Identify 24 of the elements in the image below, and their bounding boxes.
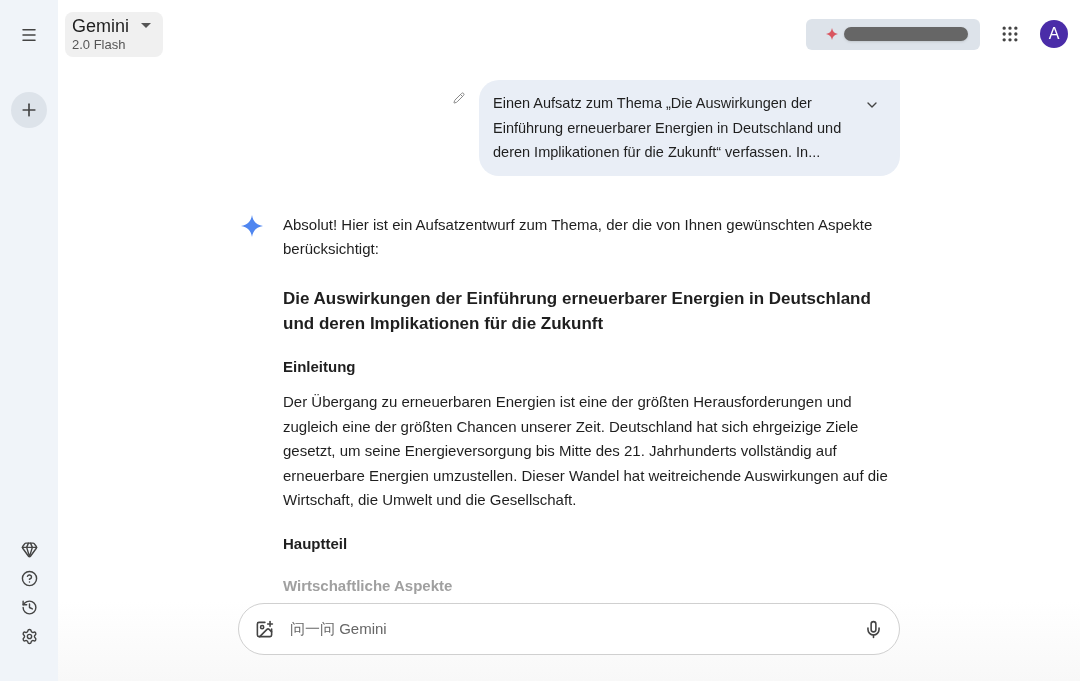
response-paragraph: Absolut! Hier ist ein Aufsatzentwurf zum Thema, der die von Ihnen gewünschten Aspekte berücksichtigt: — [283, 214, 874, 259]
add-image-icon[interactable] — [255, 619, 274, 639]
gem-icon[interactable] — [20, 541, 38, 558]
user-message: Einen Aufsatz zum Thema „Die Auswirkungen der Einführung erneuerbarer Energien in Deutschland und deren Implikationen für die Zukunft“ verfassen. In... — [493, 94, 843, 162]
section-heading: Einleitung — [283, 356, 357, 377]
section-heading: Hauptteil — [283, 533, 349, 554]
avatar[interactable]: A — [1040, 20, 1068, 48]
history-icon[interactable] — [20, 599, 38, 616]
settings-icon[interactable] — [20, 628, 38, 645]
help-icon[interactable] — [20, 570, 38, 587]
caret-icon — [141, 23, 151, 28]
prompt-input[interactable]: 问一问 Gemini — [238, 603, 900, 655]
model-selector[interactable]: Gemini 2.0 Flash — [65, 11, 163, 57]
prompt-field[interactable]: 问一问 Gemini — [290, 617, 848, 641]
new-chat-button[interactable] — [11, 92, 47, 128]
response-paragraph: Der Übergang zu erneuerbaren Energien ist eine der größten Herausforderungen und zugleich eine der größten Chancen unserer Zeit. Deutschland hat sich ehrgeizige Ziele gesetzt, um seine Energieversorgung bis Mitte des 21. Jahrhunderts vollständig auf erneuerbare Energien umzustellen. Dieser Wandel hat weitreichende Auswirkungen auf die Wirtschaft, die Umwelt und die Gesellschaft. — [283, 392, 889, 510]
gemini-sparkle-icon — [241, 214, 263, 237]
microphone-icon[interactable] — [864, 619, 883, 639]
edit-icon[interactable] — [453, 92, 465, 104]
apps-grid-icon[interactable] — [1000, 24, 1020, 44]
essay-title: Die Auswirkungen der Einführung erneuerbarer Energien in Deutschland und deren Implikationen für die Zukunft — [283, 287, 872, 335]
upgrade-button[interactable] — [806, 18, 980, 50]
section-heading: Wirtschaftliche Aspekte — [283, 576, 454, 596]
sparkle-icon — [826, 28, 838, 40]
